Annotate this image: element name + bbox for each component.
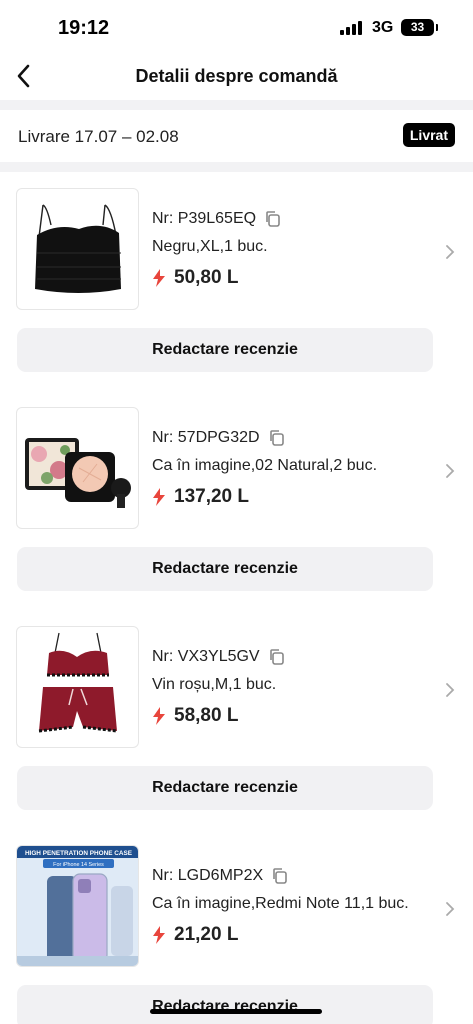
write-review-button[interactable]: Redactare recenzie [17,328,433,372]
order-number: Nr: VX3YL5GV [152,648,260,665]
copy-icon[interactable] [268,429,286,447]
item-price: 58,80 L [174,705,239,726]
chevron-right-icon[interactable] [442,900,456,918]
item-price: 137,20 L [174,486,249,507]
item-variant: Ca în imagine,02 Natural,2 buc. [152,457,378,474]
order-item: Nr: 57DPG32D Ca în imagine,02 Natural,2 … [0,407,473,626]
divider [0,100,473,110]
order-item: Nr: VX3YL5GV Vin roșu,M,1 buc. 58,80 L R… [0,626,473,845]
battery-level: 33 [410,20,425,34]
status-badge: Livrat [402,123,455,147]
item-price: 21,20 L [174,924,239,945]
status-bar: 19:12 3G 33 [0,0,473,52]
battery-icon: 33 [401,19,434,36]
write-review-button[interactable]: Redactare recenzie [17,766,433,810]
write-review-button[interactable]: Redactare recenzie [17,547,433,591]
phone-case-image[interactable]: HIGH PENETRATION PHONE CASE For iPhone 1… [16,845,139,967]
order-item: HIGH PENETRATION PHONE CASE For iPhone 1… [0,845,473,1024]
write-review-button[interactable]: Redactare recenzie [17,985,433,1024]
lightning-bolt-icon [153,707,165,725]
network-type: 3G [372,19,394,36]
signal-icon [340,21,366,35]
order-item: Nr: P39L65EQ Negru,XL,1 buc. 50,80 L Red… [0,188,473,407]
black-camisole-top-image[interactable] [16,188,139,310]
delivery-row: Livrare 17.07 – 02.08 Livrat [0,110,473,162]
nav-header: Detalii despre comandă [0,52,473,100]
copy-icon[interactable] [264,210,282,228]
delivery-dates: Livrare 17.07 – 02.08 [18,127,179,146]
chevron-right-icon[interactable] [442,243,456,261]
lightning-bolt-icon [153,926,165,944]
item-variant: Vin roșu,M,1 buc. [152,676,277,693]
copy-icon[interactable] [268,648,286,666]
order-number: Nr: LGD6MP2X [152,867,264,884]
battery-cap [436,24,438,31]
chevron-right-icon[interactable] [442,462,456,480]
copy-icon[interactable] [271,867,289,885]
status-time: 19:12 [58,17,110,39]
red-satin-pajama-set-image[interactable] [16,626,139,748]
lightning-bolt-icon [153,488,165,506]
home-indicator [150,1009,322,1014]
order-number: Nr: P39L65EQ [152,210,257,227]
item-price: 50,80 L [174,267,239,288]
page-title: Detalii despre comandă [135,66,338,86]
image-caption-1: HIGH PENETRATION PHONE CASE [25,850,133,857]
item-variant: Negru,XL,1 buc. [152,238,268,255]
item-variant: Ca în imagine,Redmi Note 11,1 buc. [152,895,409,912]
chevron-right-icon[interactable] [442,681,456,699]
image-caption-2: For iPhone 14 Series [53,862,104,868]
cushion-foundation-set-image[interactable] [16,407,139,529]
lightning-bolt-icon [153,269,165,287]
order-number: Nr: 57DPG32D [152,429,260,446]
divider [0,162,473,172]
